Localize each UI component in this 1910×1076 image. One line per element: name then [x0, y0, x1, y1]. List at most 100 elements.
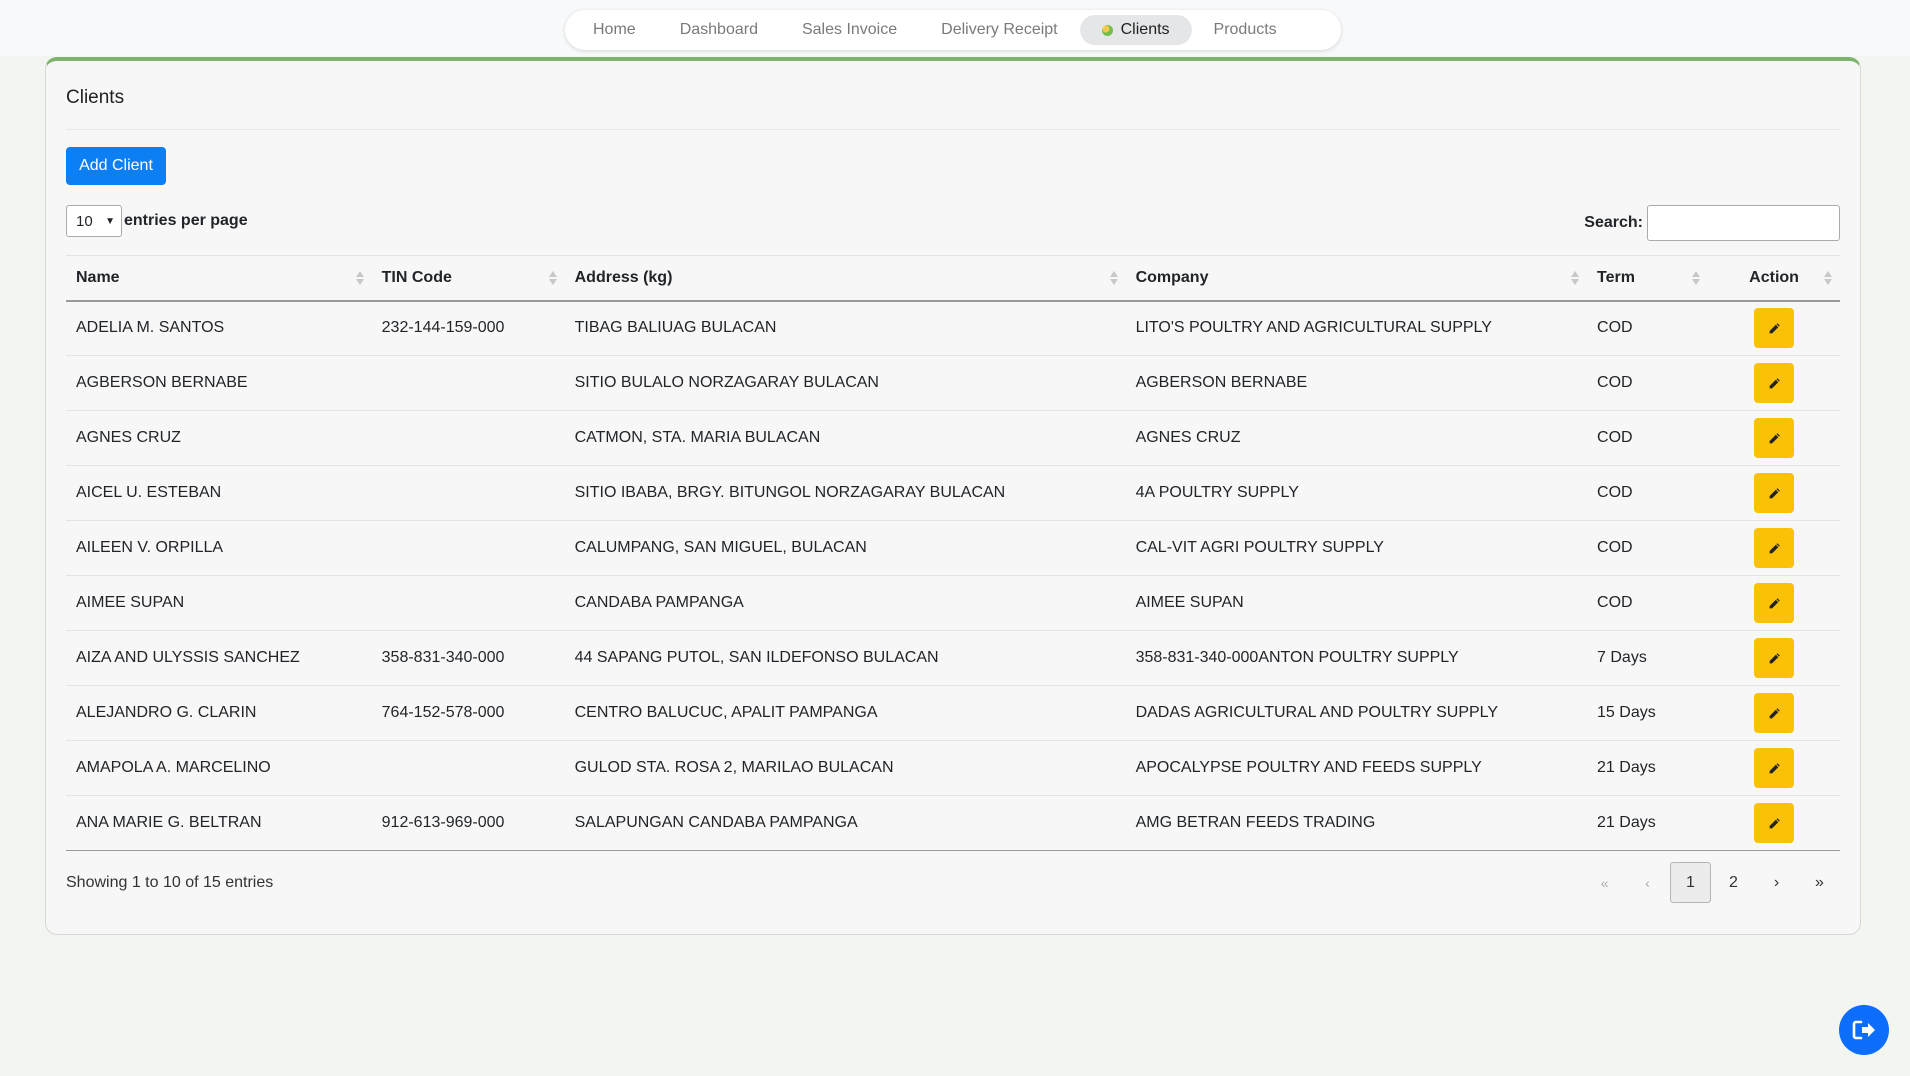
nav-item-dashboard[interactable]: Dashboard [658, 15, 780, 45]
edit-button[interactable] [1754, 638, 1795, 678]
column-label: Company [1135, 268, 1209, 286]
cell-name: ANA MARIE G. BELTRAN [66, 795, 372, 851]
column-header-term[interactable]: Term [1587, 255, 1709, 302]
table-info: Showing 1 to 10 of 15 entries [66, 874, 274, 891]
table-row: ADELIA M. SANTOS 232-144-159-000 TIBAG BAL… [66, 300, 1840, 356]
cell-name: AILEEN V. ORPILLA [66, 520, 372, 576]
cell-term: 15 Days [1587, 685, 1709, 741]
first-page-button[interactable]: « [1584, 862, 1625, 903]
cell-tin [371, 575, 565, 631]
last-page-button[interactable]: » [1799, 862, 1840, 903]
pagination: « ‹ 1 2 › » [1584, 862, 1840, 903]
nav-pill: Home Dashboard Sales Invoice Delivery Re… [565, 10, 1341, 50]
table-row: ANA MARIE G. BELTRAN 912-613-969-000 SALAP… [66, 795, 1840, 851]
sort-icon [355, 270, 364, 286]
cell-action [1708, 465, 1840, 521]
table-row: AIZA AND ULYSSIS SANCHEZ 358-831-340-000 4… [66, 630, 1840, 686]
table-row: AIMEE SUPAN CANDABA PAMPANGA AIMEE SUPAN CO… [66, 575, 1840, 631]
cell-tin [371, 410, 565, 466]
nav-item-sales-invoice[interactable]: Sales Invoice [780, 15, 919, 45]
cell-company: APOCALYPSE POULTRY AND FEEDS SUPPLY [1125, 740, 1588, 796]
pencil-icon [1769, 817, 1780, 828]
sort-icon [1824, 270, 1832, 286]
column-label: Name [76, 268, 120, 286]
table-row: AGBERSON BERNABE SITIO BULALO NORZAGARAY … [66, 355, 1840, 411]
cell-tin: 764-152-578-000 [371, 685, 565, 741]
cell-name: AIZA AND ULYSSIS SANCHEZ [66, 630, 372, 686]
table-row: AICEL U. ESTEBAN SITIO IBABA, BRGY. BITUN… [66, 465, 1840, 521]
cell-name: ALEJANDRO G. CLARIN [66, 685, 372, 741]
cell-term: COD [1587, 575, 1709, 631]
pencil-icon [1769, 487, 1780, 498]
cell-term: COD [1587, 520, 1709, 576]
cell-address: SALAPUNGAN CANDABA PAMPANGA [564, 795, 1126, 851]
nav-item-label: Clients [1120, 21, 1170, 38]
sort-icon [548, 270, 557, 286]
page-button-2[interactable]: 2 [1713, 862, 1754, 903]
logout-button[interactable] [1839, 1005, 1889, 1055]
cell-name: AGNES CRUZ [66, 410, 372, 466]
cell-address: SITIO IBABA, BRGY. BITUNGOL NORZAGARAY B… [564, 465, 1126, 521]
pencil-icon [1769, 377, 1780, 388]
cell-term: COD [1587, 300, 1709, 356]
nav-item-label: Home [593, 21, 636, 38]
nav-item-clients[interactable]: Clients [1079, 15, 1192, 45]
edit-button[interactable] [1754, 748, 1795, 788]
cell-action [1708, 630, 1840, 686]
column-header-company[interactable]: Company [1125, 255, 1588, 302]
entries-select[interactable]: 10 ▼ [66, 205, 122, 237]
pencil-icon [1769, 707, 1780, 718]
cell-tin [371, 465, 565, 521]
edit-button[interactable] [1754, 418, 1795, 458]
cell-company: 358-831-340-000ANTON POULTRY SUPPLY [1125, 630, 1588, 686]
cell-tin: 232-144-159-000 [371, 300, 565, 356]
cell-action [1708, 685, 1840, 741]
edit-button[interactable] [1754, 363, 1795, 403]
cell-name: ADELIA M. SANTOS [66, 300, 372, 356]
pencil-icon [1769, 542, 1780, 553]
edit-button[interactable] [1754, 803, 1795, 843]
nav-item-label: Delivery Receipt [941, 21, 1058, 38]
next-page-button[interactable]: › [1756, 862, 1797, 903]
column-header-address[interactable]: Address (kg) [564, 255, 1126, 302]
column-header-name[interactable]: Name [66, 255, 372, 302]
nav-item-products[interactable]: Products [1192, 15, 1299, 45]
cell-company: AMG BETRAN FEEDS TRADING [1125, 795, 1588, 851]
nav-item-delivery-receipt[interactable]: Delivery Receipt [919, 15, 1079, 45]
add-client-button[interactable]: Add Client [66, 147, 166, 185]
pencil-icon [1769, 652, 1780, 663]
sort-icon [1571, 270, 1580, 286]
top-navbar: Home Dashboard Sales Invoice Delivery Re… [0, 0, 1910, 56]
column-header-tin[interactable]: TIN Code [371, 255, 565, 302]
edit-button[interactable] [1754, 583, 1795, 623]
cell-term: COD [1587, 465, 1709, 521]
edit-button[interactable] [1754, 693, 1795, 733]
search-input[interactable] [1647, 205, 1840, 241]
cell-company: CAL-VIT AGRI POULTRY SUPPLY [1125, 520, 1588, 576]
clients-card: Clients Add Client 10 ▼ entries per page… [45, 57, 1861, 935]
column-header-action[interactable]: Action [1708, 255, 1840, 302]
page-title: Clients [66, 87, 125, 108]
sort-icon [1109, 270, 1118, 286]
pencil-icon [1769, 597, 1780, 608]
search-label: Search: [1584, 214, 1643, 231]
cell-address: SITIO BULALO NORZAGARAY BULACAN [564, 355, 1126, 411]
cell-company: AGBERSON BERNABE [1125, 355, 1588, 411]
edit-button[interactable] [1754, 473, 1795, 513]
cell-address: CANDABA PAMPANGA [564, 575, 1126, 631]
cell-term: 7 Days [1587, 630, 1709, 686]
pencil-icon [1769, 762, 1780, 773]
prev-page-button[interactable]: ‹ [1627, 862, 1668, 903]
page-button-1[interactable]: 1 [1670, 862, 1711, 903]
cell-action [1708, 355, 1840, 411]
cell-company: 4A POULTRY SUPPLY [1125, 465, 1588, 521]
edit-button[interactable] [1754, 308, 1795, 349]
cell-tin [371, 740, 565, 796]
cell-address: GULOD STA. ROSA 2, MARILAO BULACAN [564, 740, 1126, 796]
table-row: AGNES CRUZ CATMON, STA. MARIA BULACAN AGNE… [66, 410, 1840, 466]
cell-term: COD [1587, 355, 1709, 411]
nav-item-home[interactable]: Home [571, 15, 658, 45]
pencil-icon [1769, 432, 1780, 443]
entries-label: entries per page [124, 212, 248, 229]
edit-button[interactable] [1754, 528, 1795, 568]
